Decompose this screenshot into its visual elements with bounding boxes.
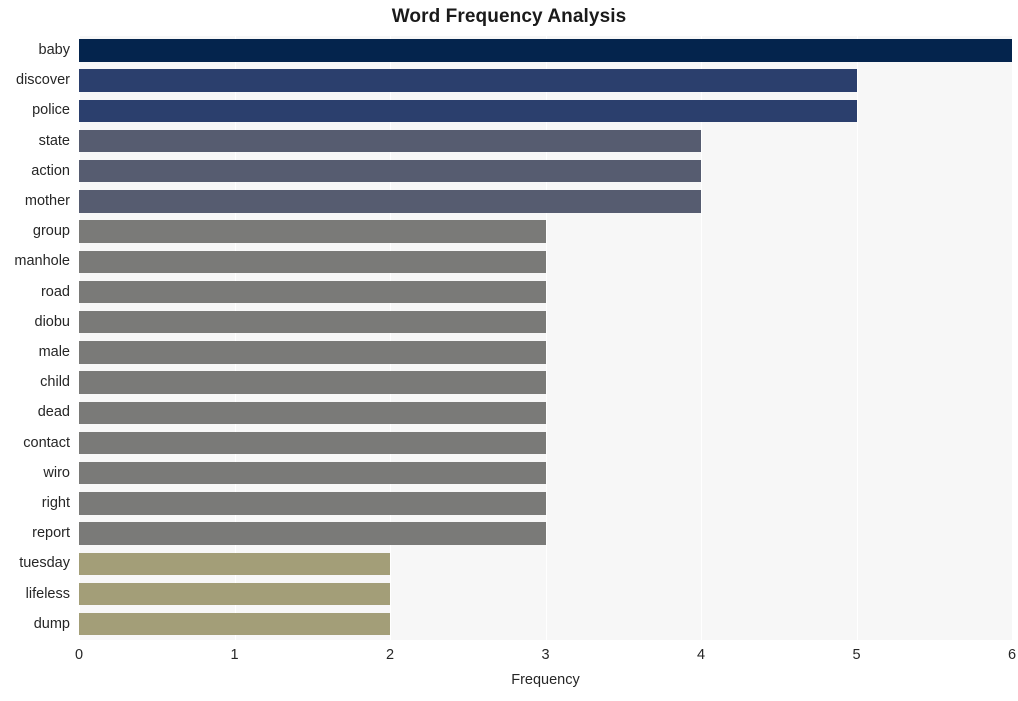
- y-axis-label-police: police: [32, 102, 70, 119]
- bar-row: [79, 368, 1012, 397]
- bar-contact: [79, 431, 546, 455]
- gridline: [1012, 36, 1013, 640]
- x-tick-label-4: 4: [696, 647, 706, 663]
- y-axis-label-dump: dump: [33, 615, 70, 632]
- y-axis-label-male: male: [38, 344, 70, 360]
- bar-child: [79, 371, 546, 394]
- bar-row: [79, 308, 1012, 337]
- y-axis-label-mother: mother: [24, 193, 70, 209]
- y-axis-label-right: right: [41, 495, 70, 511]
- plot-area: [79, 36, 1013, 640]
- y-axis-label-diobu: diobu: [34, 313, 70, 330]
- y-axis-label-baby: baby: [38, 42, 70, 58]
- bar-wiro: [79, 461, 546, 485]
- bar-male: [79, 341, 546, 364]
- x-tick-label-6: 6: [1007, 647, 1017, 663]
- x-tick-label-3: 3: [541, 647, 550, 663]
- bar-baby: [79, 39, 1012, 62]
- bar-road: [79, 280, 546, 304]
- bar-row: [79, 429, 1012, 458]
- bars-layer: [79, 36, 1012, 640]
- y-axis-label-contact: contact: [23, 434, 70, 451]
- bar-dead: [79, 401, 546, 424]
- bar-row: [79, 247, 1012, 276]
- x-tick-label-0: 0: [74, 647, 84, 663]
- bar-row: [79, 459, 1012, 488]
- bar-state: [79, 129, 701, 153]
- bar-mother: [79, 190, 701, 213]
- y-axis-label-dead: dead: [37, 404, 70, 421]
- y-axis-label-manhole: manhole: [14, 253, 70, 270]
- chart-title: Word Frequency Analysis: [391, 6, 627, 27]
- bar-row: [79, 66, 1012, 95]
- bar-row: [79, 610, 1012, 639]
- y-axis-label-child: child: [40, 374, 70, 391]
- x-tick-label-5: 5: [852, 647, 861, 663]
- bar-row: [79, 96, 1012, 125]
- y-axis-label-action: action: [31, 162, 70, 179]
- bar-diobu: [79, 310, 546, 334]
- x-tick-label-1: 1: [230, 647, 239, 663]
- y-axis-labels: baby discover police state action mother group…: [0, 36, 79, 640]
- bar-right: [79, 492, 546, 515]
- x-axis-ticks: 0 1 2 3 4 5 6: [75, 640, 1016, 670]
- y-axis-label-state: state: [38, 132, 70, 149]
- bar-group: [79, 220, 546, 243]
- y-axis-label-group: group: [32, 223, 70, 240]
- bar-row: [79, 398, 1012, 427]
- y-axis-label-lifeless: lifeless: [25, 585, 70, 602]
- bar-row: [79, 217, 1012, 246]
- bar-discover: [79, 69, 857, 92]
- y-axis-label-road: road: [40, 283, 70, 300]
- bar-tuesday: [79, 552, 390, 575]
- bar-lifeless: [79, 582, 390, 606]
- bar-report: [79, 522, 546, 545]
- bar-row: [79, 157, 1012, 186]
- bar-row: [79, 338, 1012, 367]
- y-axis-label-report: report: [32, 525, 70, 542]
- bar-row: [79, 549, 1012, 578]
- y-axis-label-tuesday: tuesday: [19, 555, 70, 572]
- bar-manhole: [79, 250, 546, 273]
- bar-action: [79, 159, 701, 183]
- bar-row: [79, 127, 1012, 156]
- bar-row: [79, 36, 1012, 65]
- bar-row: [79, 519, 1012, 548]
- bar-dump: [79, 612, 390, 636]
- bar-row: [79, 489, 1012, 518]
- bar-row: [79, 278, 1012, 307]
- bar-row: [79, 187, 1012, 216]
- y-axis-label-discover: discover: [16, 72, 70, 89]
- x-axis-title: Frequency: [511, 672, 580, 688]
- word-frequency-chart-figure: Word Frequency Analysis baby discover poli…: [0, 0, 1018, 701]
- bar-row: [79, 580, 1012, 609]
- x-tick-label-2: 2: [385, 647, 395, 663]
- bar-police: [79, 99, 857, 122]
- y-axis-label-wiro: wiro: [43, 464, 70, 481]
